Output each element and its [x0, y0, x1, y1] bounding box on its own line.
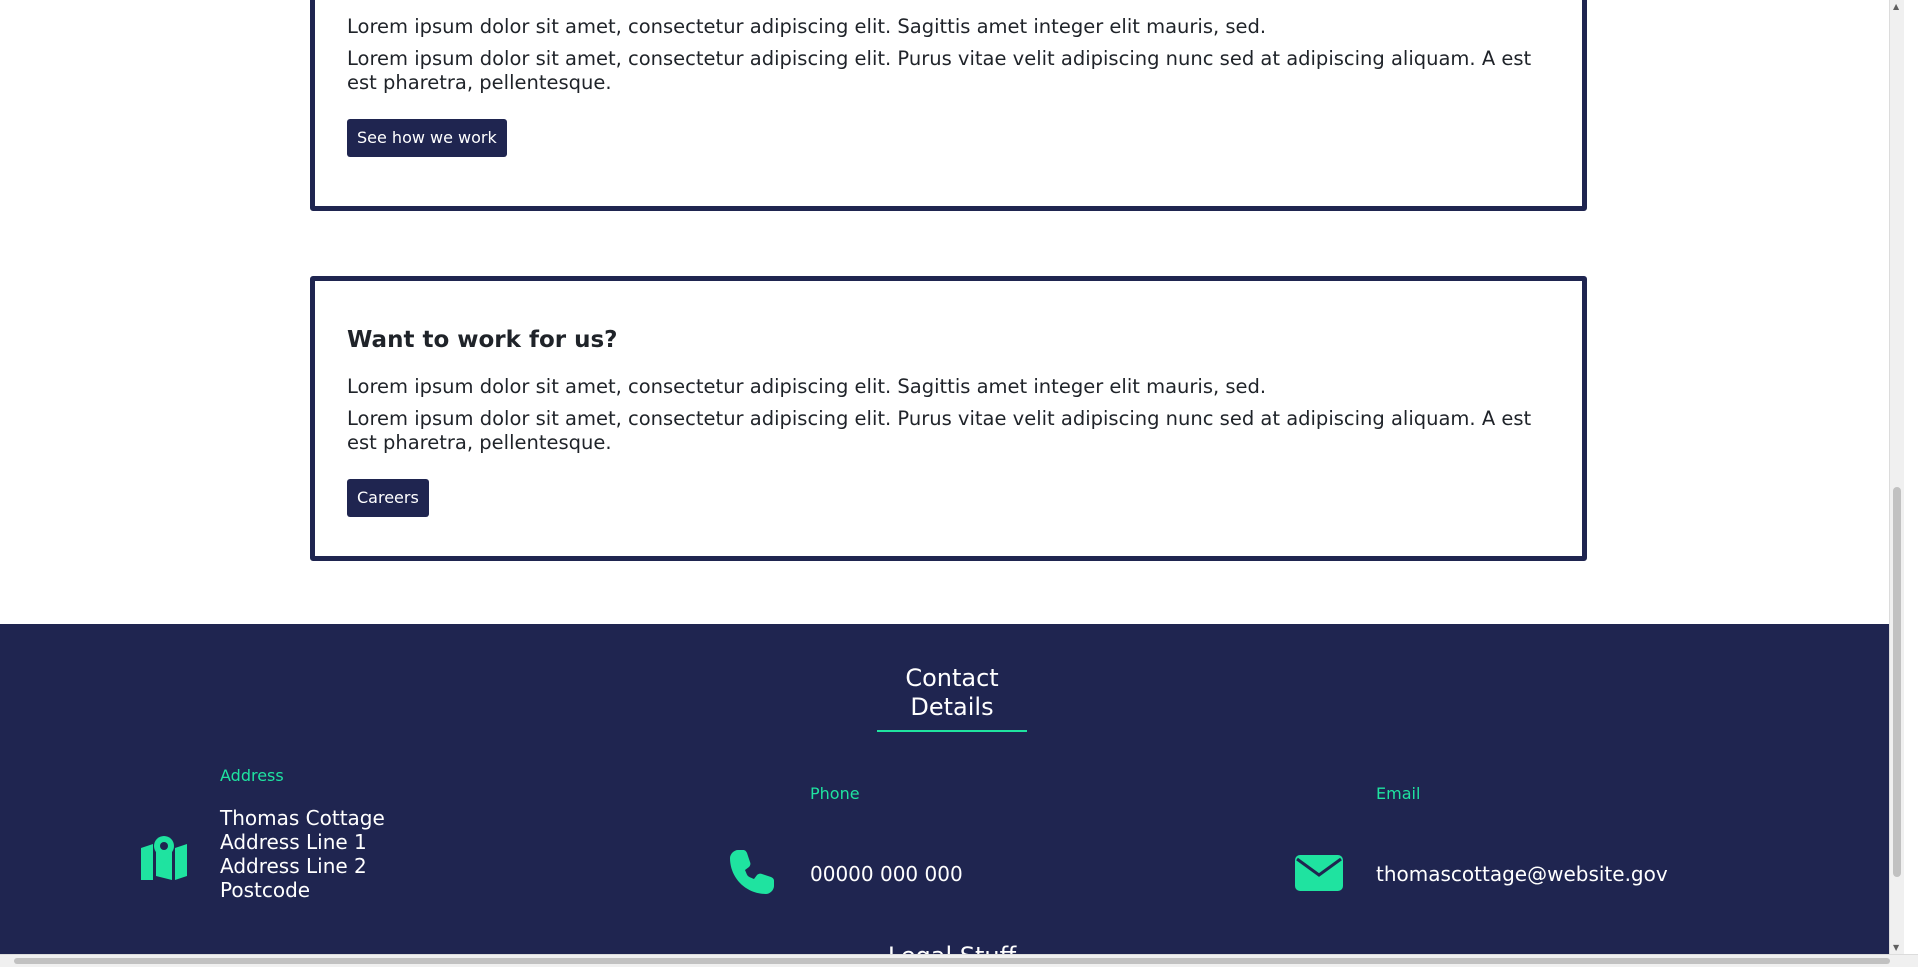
phone-label: Phone	[810, 784, 860, 803]
page-viewport: Lorem ipsum dolor sit amet, consectetur …	[0, 0, 1904, 955]
card-paragraph: Lorem ipsum dolor sit amet, consectetur …	[347, 407, 1532, 454]
address-line: Address Line 1	[220, 830, 367, 854]
email-address[interactable]: thomascottage@website.gov	[1376, 862, 1668, 886]
horizontal-scrollbar-thumb[interactable]	[14, 958, 1890, 964]
see-how-we-work-button[interactable]: See how we work	[347, 119, 507, 157]
careers-button[interactable]: Careers	[347, 479, 429, 517]
site-footer: Contact Details Address Thomas Cottage A…	[0, 624, 1904, 955]
phone-block: Phone 00000 000 000	[600, 624, 1200, 924]
how-we-work-card: Lorem ipsum dolor sit amet, consectetur …	[310, 0, 1587, 211]
card-content: Lorem ipsum dolor sit amet, consectetur …	[347, 15, 1550, 157]
address-line: Address Line 2	[220, 854, 367, 878]
address-label: Address	[220, 766, 284, 785]
card-paragraph: Lorem ipsum dolor sit amet, consectetur …	[347, 15, 1267, 38]
card-paragraph: Lorem ipsum dolor sit amet, consectetur …	[347, 375, 1267, 398]
scroll-up-arrow-icon[interactable]: ▲	[1893, 2, 1899, 12]
horizontal-scrollbar[interactable]	[0, 954, 1918, 967]
address-block: Address Thomas Cottage Address Line 1 Ad…	[0, 624, 600, 924]
careers-card: Want to work for us? Lorem ipsum dolor s…	[310, 276, 1587, 561]
card-paragraph: Lorem ipsum dolor sit amet, consectetur …	[347, 47, 1532, 94]
email-block: Email thomascottage@website.gov	[1200, 624, 1904, 924]
card-content: Want to work for us? Lorem ipsum dolor s…	[347, 325, 1550, 517]
map-pin-icon	[141, 836, 187, 880]
address-line: Postcode	[220, 878, 311, 902]
card-title: Want to work for us?	[347, 327, 618, 353]
vertical-scrollbar-thumb[interactable]	[1893, 487, 1901, 877]
envelope-icon	[1295, 855, 1343, 891]
scroll-down-arrow-icon[interactable]: ▼	[1893, 943, 1899, 953]
address-line: Thomas Cottage	[220, 806, 385, 830]
phone-icon	[730, 850, 774, 894]
email-label: Email	[1376, 784, 1421, 803]
phone-number[interactable]: 00000 000 000	[810, 862, 963, 886]
vertical-scrollbar[interactable]: ▲ ▼	[1889, 0, 1904, 955]
